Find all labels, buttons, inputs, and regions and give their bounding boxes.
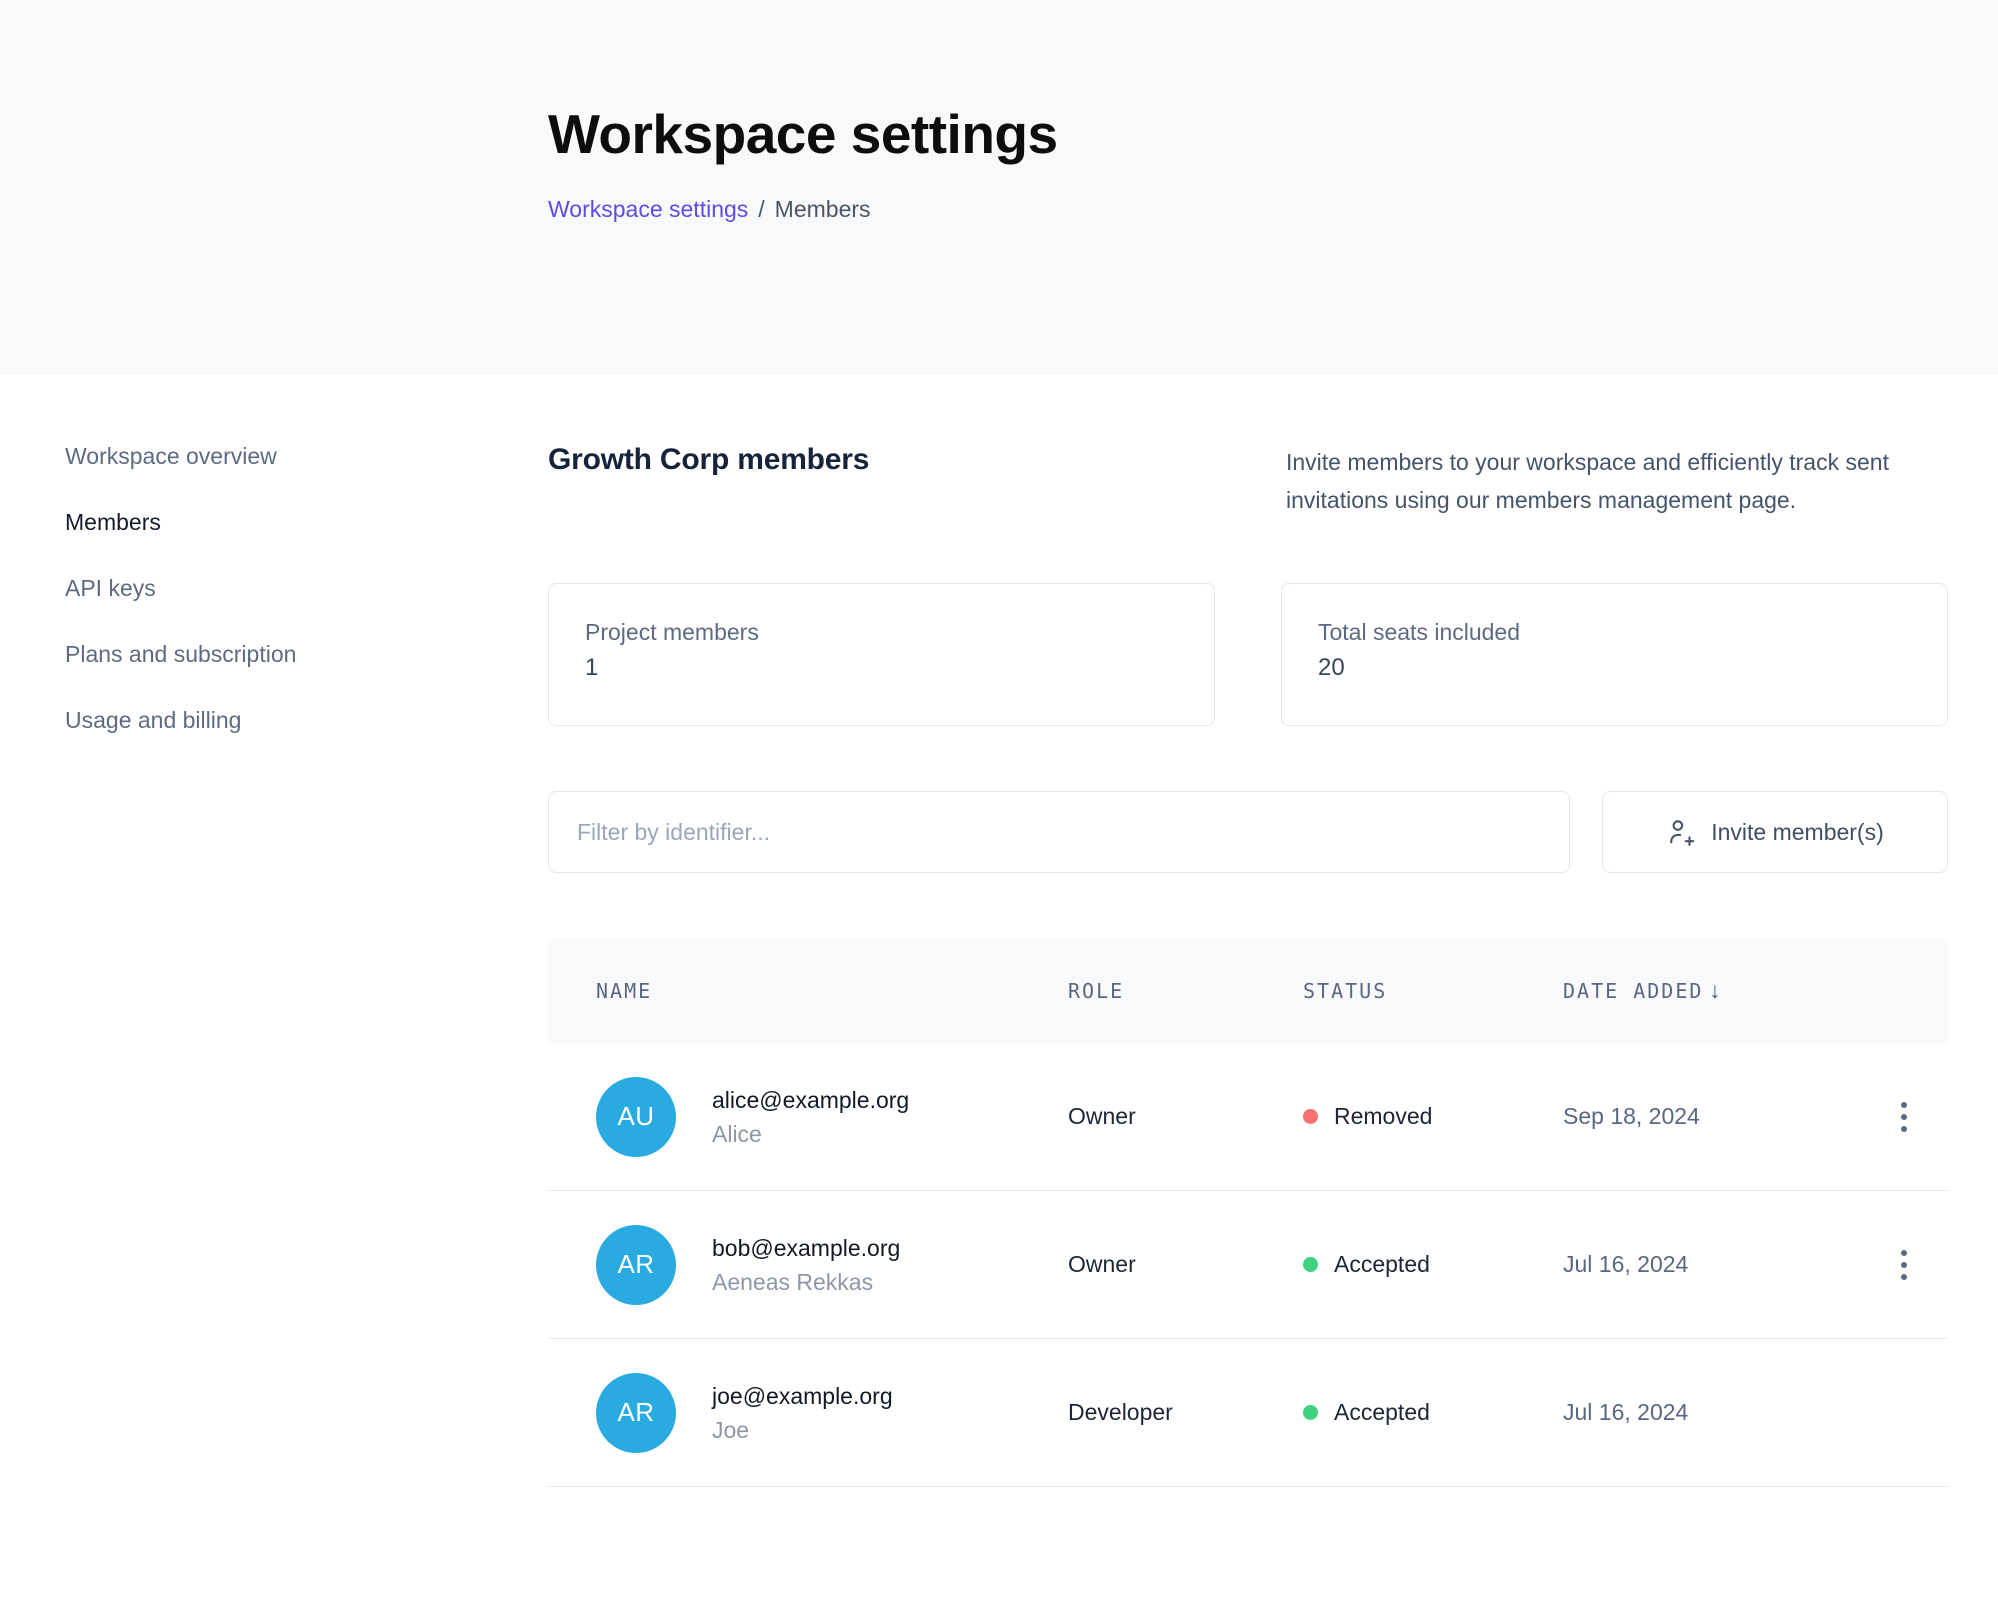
status-dot — [1303, 1109, 1318, 1124]
stat-cards: Project members 1 Total seats included 2… — [548, 583, 1948, 726]
member-name-cell: AR bob@example.org Aeneas Rekkas — [548, 1225, 1068, 1305]
member-actions-cell — [1860, 1242, 1948, 1288]
page-title: Workspace settings — [548, 102, 1998, 166]
members-table: NAME ROLE STATUS DATE ADDED↓ AU alice@ex… — [548, 939, 1948, 1487]
member-identity: joe@example.org Joe — [712, 1381, 893, 1445]
status-label: Accepted — [1334, 1399, 1430, 1426]
member-email: alice@example.org — [712, 1085, 909, 1115]
user-plus-icon — [1666, 817, 1696, 847]
stat-value: 20 — [1318, 653, 1911, 683]
row-menu-kebab-icon[interactable] — [1893, 1242, 1915, 1288]
table-header: NAME ROLE STATUS DATE ADDED↓ — [548, 939, 1948, 1043]
avatar: AU — [596, 1077, 676, 1157]
breadcrumb: Workspace settings / Members — [548, 196, 1998, 223]
member-status: Accepted — [1303, 1251, 1563, 1278]
invite-members-button[interactable]: Invite member(s) — [1602, 791, 1948, 873]
member-name-cell: AU alice@example.org Alice — [548, 1077, 1068, 1157]
member-display-name: Aeneas Rekkas — [712, 1267, 900, 1297]
stat-value: 1 — [585, 653, 1178, 683]
filter-input[interactable] — [548, 791, 1570, 873]
member-name-cell: AR joe@example.org Joe — [548, 1373, 1068, 1453]
status-label: Removed — [1334, 1103, 1432, 1130]
member-status: Removed — [1303, 1103, 1563, 1130]
table-row: AR bob@example.org Aeneas Rekkas Owner A… — [548, 1191, 1948, 1339]
member-role: Owner — [1068, 1103, 1303, 1130]
member-status: Accepted — [1303, 1399, 1563, 1426]
member-email: bob@example.org — [712, 1233, 900, 1263]
stat-card-total-seats: Total seats included 20 — [1281, 583, 1948, 726]
sidebar-item-api-keys[interactable]: API keys — [65, 575, 548, 601]
table-row: AU alice@example.org Alice Owner Removed… — [548, 1043, 1948, 1191]
column-header-status[interactable]: STATUS — [1303, 979, 1563, 1003]
member-identity: alice@example.org Alice — [712, 1085, 909, 1149]
member-display-name: Alice — [712, 1119, 909, 1149]
invite-members-label: Invite member(s) — [1711, 819, 1884, 846]
sidebar-item-members[interactable]: Members — [65, 509, 548, 535]
breadcrumb-current-members: Members — [775, 196, 871, 222]
member-date-added: Sep 18, 2024 — [1563, 1103, 1860, 1130]
sidebar-item-plans-and-subscription[interactable]: Plans and subscription — [65, 641, 548, 667]
sidebar-item-workspace-overview[interactable]: Workspace overview — [65, 443, 548, 469]
avatar: AR — [596, 1373, 676, 1453]
row-menu-kebab-icon[interactable] — [1893, 1094, 1915, 1140]
workspace-settings-page: Workspace settings Workspace settings / Me… — [0, 0, 1998, 1612]
stat-card-project-members: Project members 1 — [548, 583, 1215, 726]
section-heading: Growth Corp members — [548, 443, 869, 477]
member-role: Owner — [1068, 1251, 1303, 1278]
table-row: AR joe@example.org Joe Developer Accepte… — [548, 1339, 1948, 1487]
breadcrumb-separator: / — [758, 196, 764, 222]
sort-descending-icon: ↓ — [1709, 978, 1720, 1003]
members-intro: Growth Corp members Invite members to yo… — [548, 443, 1948, 519]
sidebar-item-usage-and-billing[interactable]: Usage and billing — [65, 707, 548, 733]
member-email: joe@example.org — [712, 1381, 893, 1411]
status-dot — [1303, 1405, 1318, 1420]
member-role: Developer — [1068, 1399, 1303, 1426]
section-description: Invite members to your workspace and eff… — [1286, 443, 1948, 519]
stat-label: Total seats included — [1318, 617, 1911, 647]
member-date-added: Jul 16, 2024 — [1563, 1399, 1860, 1426]
member-identity: bob@example.org Aeneas Rekkas — [712, 1233, 900, 1297]
member-display-name: Joe — [712, 1415, 893, 1445]
status-dot — [1303, 1257, 1318, 1272]
avatar: AR — [596, 1225, 676, 1305]
column-header-name[interactable]: NAME — [548, 979, 1068, 1003]
breadcrumb-link-workspace-settings[interactable]: Workspace settings — [548, 196, 748, 222]
column-header-date-added[interactable]: DATE ADDED↓ — [1563, 978, 1860, 1004]
content-area: Workspace overview Members API keys Plan… — [0, 375, 1998, 1487]
members-toolbar: Invite member(s) — [548, 791, 1948, 873]
page-header: Workspace settings Workspace settings / Me… — [0, 0, 1998, 375]
member-date-added: Jul 16, 2024 — [1563, 1251, 1860, 1278]
status-label: Accepted — [1334, 1251, 1430, 1278]
members-section: Growth Corp members Invite members to yo… — [548, 375, 1948, 1487]
settings-sidebar: Workspace overview Members API keys Plan… — [0, 375, 548, 733]
member-actions-cell — [1860, 1094, 1948, 1140]
stat-label: Project members — [585, 617, 1178, 647]
column-header-role[interactable]: ROLE — [1068, 979, 1303, 1003]
